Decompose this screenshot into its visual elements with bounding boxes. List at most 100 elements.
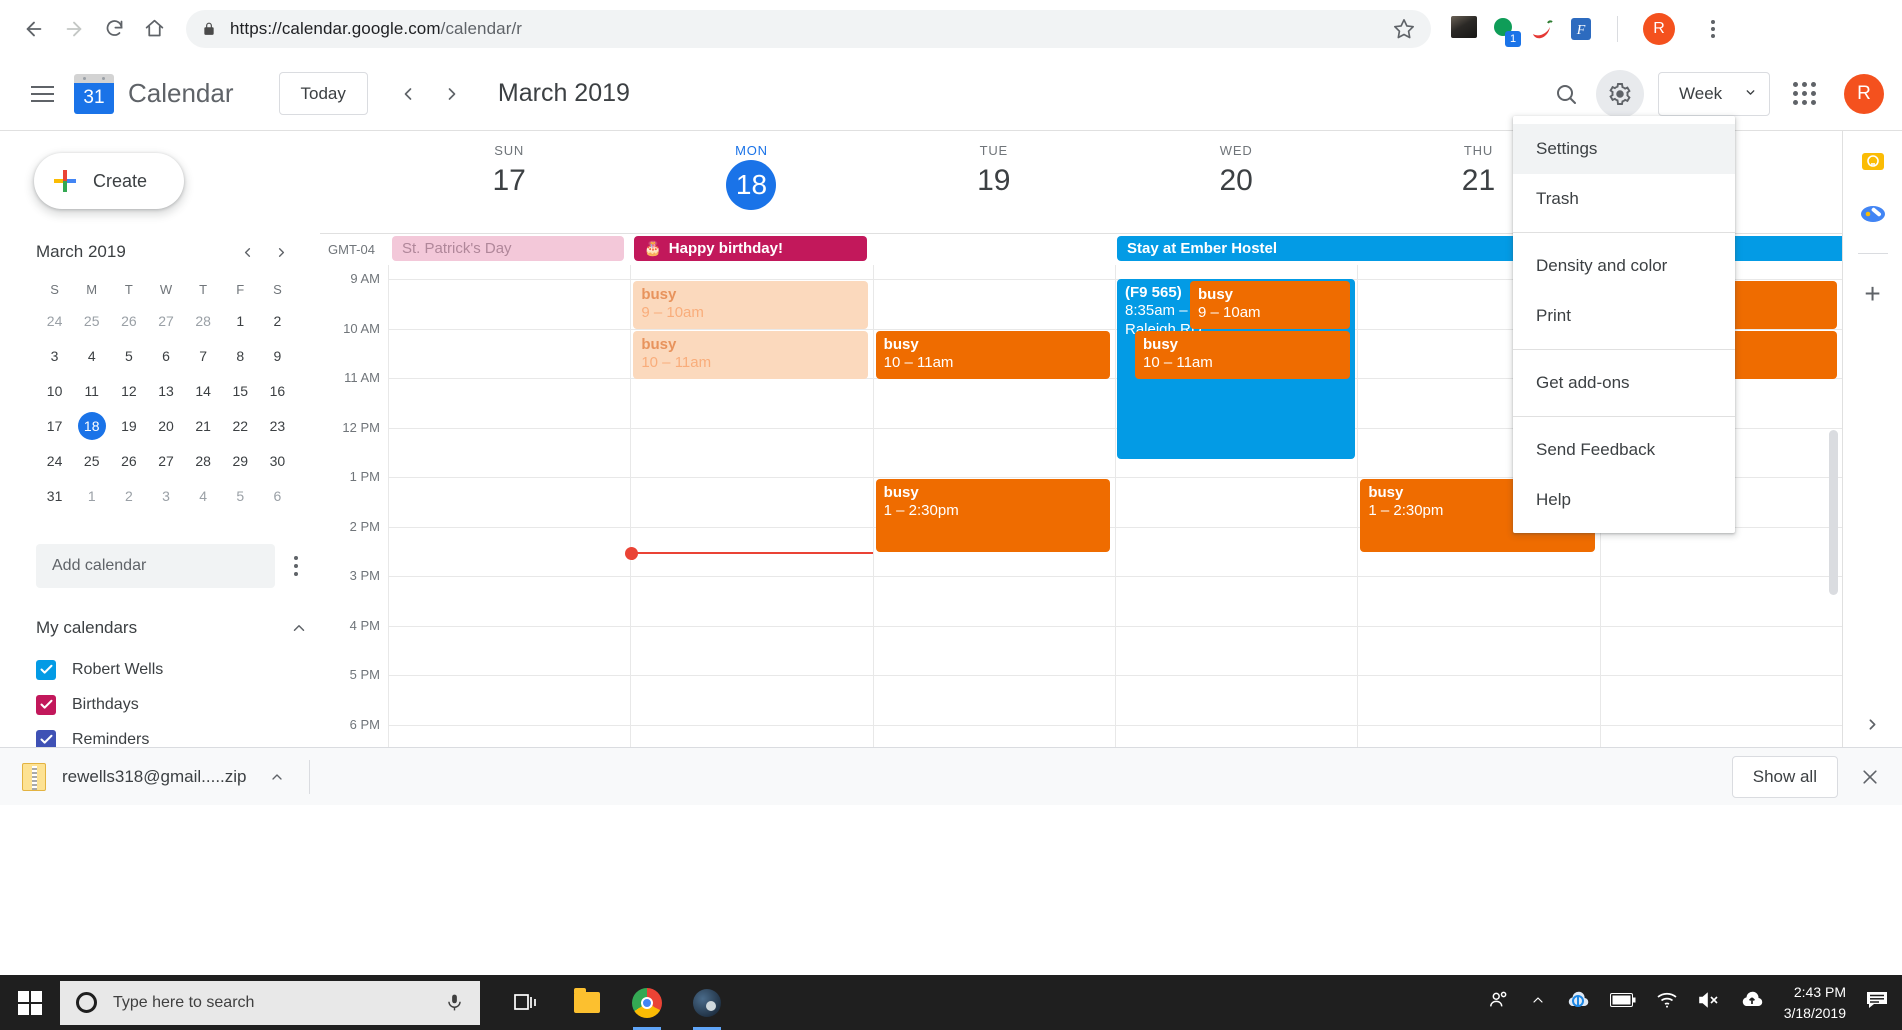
today-button[interactable]: Today — [278, 72, 368, 115]
mini-calendar-day[interactable]: 2 — [259, 307, 296, 335]
mini-calendar-day[interactable]: 5 — [222, 482, 259, 510]
mini-calendar-day[interactable]: 24 — [36, 307, 73, 335]
steam-icon[interactable] — [690, 986, 724, 1030]
mini-calendar-day[interactable]: 9 — [259, 342, 296, 370]
menu-item-help[interactable]: Help — [1513, 475, 1735, 525]
mini-calendar-day[interactable]: 19 — [110, 412, 147, 440]
mini-calendar-day[interactable]: 10 — [36, 377, 73, 405]
chrome-icon[interactable] — [630, 986, 664, 1030]
my-calendars-header[interactable]: My calendars — [36, 618, 308, 638]
mini-prev-month-button[interactable] — [232, 237, 262, 267]
calendar-list-item[interactable]: Robert Wells — [36, 652, 308, 687]
mini-calendar-day[interactable]: 14 — [185, 377, 222, 405]
download-item[interactable]: rewells318@gmail.....zip — [22, 762, 285, 791]
day-header[interactable]: WED 20 — [1115, 131, 1357, 233]
mini-calendar-day[interactable]: 1 — [222, 307, 259, 335]
download-item-menu-icon[interactable] — [269, 769, 285, 785]
bookmark-star-icon[interactable] — [1393, 18, 1415, 40]
mini-calendar-day[interactable]: 7 — [185, 342, 222, 370]
mini-calendar-day[interactable]: 22 — [222, 412, 259, 440]
expand-rail-icon[interactable] — [1864, 716, 1881, 733]
calendar-event[interactable]: busy9 – 10am — [1190, 281, 1351, 329]
mini-calendar-day[interactable]: 18 — [77, 412, 106, 440]
mini-calendar-day[interactable]: 4 — [185, 482, 222, 510]
calendar-event[interactable]: busy10 – 11am — [1135, 331, 1351, 379]
google-apps-icon[interactable] — [1780, 70, 1828, 118]
all-day-event[interactable]: St. Patrick's Day — [392, 236, 625, 261]
microphone-icon[interactable] — [445, 993, 464, 1012]
menu-item-settings[interactable]: Settings — [1513, 124, 1735, 174]
mini-calendar-day[interactable]: 23 — [259, 412, 296, 440]
mini-calendar-day[interactable]: 1 — [73, 482, 110, 510]
calendar-event[interactable]: busy10 – 11am — [875, 331, 1110, 379]
day-header-number[interactable]: 19 — [977, 164, 1010, 198]
mini-calendar-day[interactable]: 3 — [36, 342, 73, 370]
close-download-bar-icon[interactable] — [1860, 767, 1880, 787]
mini-calendar-day[interactable]: 26 — [110, 447, 147, 475]
menu-item-get-add-ons[interactable]: Get add-ons — [1513, 358, 1735, 408]
reload-button[interactable] — [94, 9, 134, 49]
all-day-event[interactable]: 🎂 Happy birthday! — [634, 236, 867, 261]
day-header[interactable]: TUE 19 — [873, 131, 1115, 233]
mini-calendar-day[interactable]: 26 — [110, 307, 147, 335]
search-icon[interactable] — [1542, 70, 1590, 118]
day-header-number[interactable]: 18 — [726, 160, 777, 210]
mini-calendar-day[interactable]: 27 — [147, 447, 184, 475]
forward-button[interactable] — [54, 9, 94, 49]
mini-calendar-day[interactable]: 28 — [185, 447, 222, 475]
task-view-icon[interactable] — [510, 986, 544, 1020]
google-tasks-icon[interactable] — [1860, 201, 1886, 227]
calendar-event[interactable]: busy 1 – 2:30pm — [875, 479, 1110, 552]
mini-calendar-day[interactable]: 25 — [73, 307, 110, 335]
mini-calendar-day[interactable]: 6 — [147, 342, 184, 370]
day-header-number[interactable]: 17 — [492, 164, 525, 198]
mini-calendar-day[interactable]: 16 — [259, 377, 296, 405]
taskbar-clock[interactable]: 2:43 PM 3/18/2019 — [1784, 982, 1846, 1023]
mini-calendar-day[interactable]: 21 — [185, 412, 222, 440]
gear-icon[interactable] — [1596, 69, 1644, 118]
create-button[interactable]: Create — [34, 153, 184, 209]
previous-week-button[interactable] — [386, 72, 430, 116]
day-header-number[interactable]: 21 — [1462, 164, 1495, 198]
calendar-event[interactable]: busy9 – 10am — [633, 281, 868, 329]
google-keep-icon[interactable] — [1860, 149, 1886, 175]
menu-item-print[interactable]: Print — [1513, 291, 1735, 341]
mini-calendar-day[interactable]: 31 — [36, 482, 73, 510]
mini-calendar-day[interactable]: 6 — [259, 482, 296, 510]
onedrive-icon[interactable] — [1566, 990, 1590, 1015]
green-extension-icon[interactable]: 1 — [1490, 16, 1521, 47]
calendar-logo-icon[interactable]: 31 — [74, 73, 114, 114]
calendar-checkbox[interactable] — [36, 694, 56, 715]
main-menu-icon[interactable] — [18, 70, 66, 118]
address-bar[interactable]: https://calendar.google.com/calendar/r — [186, 9, 1431, 48]
add-calendar-input[interactable] — [36, 544, 275, 588]
mini-calendar-day[interactable]: 24 — [36, 447, 73, 475]
tray-expand-icon[interactable] — [1530, 992, 1546, 1013]
menu-item-trash[interactable]: Trash — [1513, 174, 1735, 224]
file-explorer-icon[interactable] — [570, 986, 604, 1020]
back-button[interactable] — [14, 9, 54, 49]
mini-calendar-day[interactable]: 29 — [222, 447, 259, 475]
photo-extension-icon[interactable] — [1451, 15, 1477, 42]
taskbar-search-box[interactable]: Type here to search — [60, 980, 480, 1025]
mini-calendar-day[interactable]: 27 — [147, 307, 184, 335]
mini-calendar-day[interactable]: 20 — [147, 412, 184, 440]
battery-icon[interactable] — [1609, 993, 1636, 1012]
day-header-number[interactable]: 20 — [1219, 164, 1252, 198]
mini-calendar-day[interactable]: 28 — [185, 307, 222, 335]
calendar-list-item[interactable]: Birthdays — [36, 687, 308, 722]
blue-f-extension-icon[interactable]: F — [1568, 16, 1594, 42]
calendar-scrollbar[interactable] — [1829, 430, 1838, 595]
home-button[interactable] — [134, 9, 174, 49]
volume-muted-icon[interactable] — [1698, 991, 1720, 1014]
browser-menu-icon[interactable] — [1698, 19, 1728, 38]
view-selector[interactable]: Week — [1658, 71, 1770, 116]
calendar-event[interactable]: busy10 – 11am — [633, 331, 868, 379]
mini-calendar-day[interactable]: 2 — [110, 482, 147, 510]
mini-calendar-day[interactable]: 5 — [110, 342, 147, 370]
mini-calendar-day[interactable]: 25 — [73, 447, 110, 475]
wifi-icon[interactable] — [1656, 991, 1678, 1014]
calendar-checkbox[interactable] — [36, 659, 56, 680]
windows-start-icon[interactable] — [0, 975, 60, 1030]
account-avatar[interactable]: R — [1844, 73, 1884, 114]
